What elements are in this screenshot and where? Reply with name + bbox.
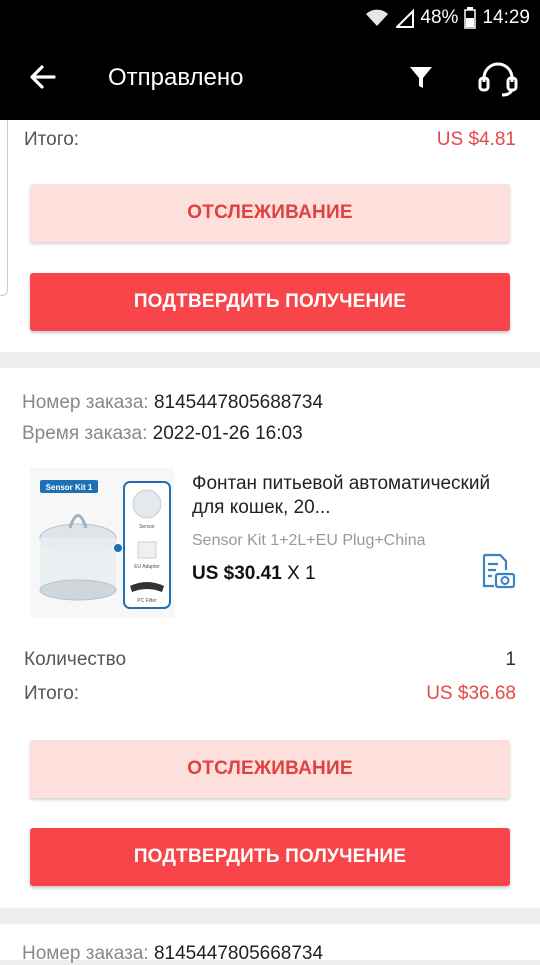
total-label: Итого: bbox=[24, 683, 80, 704]
order-number-value: 8145447805688734 bbox=[153, 392, 324, 413]
track-button[interactable]: ОТСЛЕЖИВАНИЕ bbox=[30, 184, 510, 242]
back-arrow-icon[interactable] bbox=[26, 60, 60, 94]
order-number-label: Номер заказа: bbox=[22, 943, 149, 964]
order-time-label: Время заказа: bbox=[22, 423, 148, 444]
product-sku: Sensor Kit 1+2L+EU Plug+China bbox=[192, 532, 426, 549]
order-card-previous: Итого: US $4.81 ОТСЛЕЖИВАНИЕ ПОДТВЕРДИТЬ… bbox=[0, 120, 540, 352]
order-time-value: 2022-01-26 16:03 bbox=[152, 423, 303, 444]
confirm-receipt-button[interactable]: ПОДТВЕРДИТЬ ПОЛУЧЕНИЕ bbox=[30, 273, 510, 331]
total-value: US $4.81 bbox=[436, 129, 516, 150]
quantity-value: 1 bbox=[505, 649, 516, 670]
image-badge: Sensor Kit 1 bbox=[46, 483, 93, 492]
clock: 14:29 bbox=[482, 7, 530, 28]
order-number-label: Номер заказа: bbox=[22, 392, 149, 413]
order-card: Номер заказа: 8145447805688734 Время зак… bbox=[0, 368, 540, 908]
product-price-row: US $30.41 X 1 bbox=[192, 563, 316, 585]
battery-icon bbox=[464, 7, 477, 29]
quantity-label: Количество bbox=[24, 649, 127, 670]
page-title: Отправлено bbox=[108, 64, 244, 91]
battery-percent: 48% bbox=[420, 7, 459, 28]
snapshot-icon[interactable] bbox=[478, 552, 516, 590]
image-label-sensor: Sensor bbox=[139, 524, 155, 530]
product-image[interactable]: Sensor Kit 1 Sensor EU Adapter PC Filter bbox=[30, 468, 174, 618]
status-bar: 48% 14:29 bbox=[0, 0, 540, 38]
total-row: Итого: US $4.81 bbox=[24, 129, 516, 151]
quantity-row: Количество 1 bbox=[24, 649, 516, 671]
image-label-adapter: EU Adapter bbox=[134, 564, 160, 570]
card-edge bbox=[0, 120, 8, 296]
product-title[interactable]: Фонтан питьевой автоматический для кошек… bbox=[192, 472, 518, 520]
product-qty: X 1 bbox=[287, 563, 316, 584]
order-number-value: 8145447805668734 bbox=[153, 943, 324, 964]
wifi-icon bbox=[366, 9, 389, 26]
total-label: Итого: bbox=[24, 129, 80, 150]
track-button[interactable]: ОТСЛЕЖИВАНИЕ bbox=[30, 740, 510, 798]
order-card-next: Номер заказа: 8145447805668734 bbox=[0, 924, 540, 964]
order-time-row: Время заказа: 2022-01-26 16:03 bbox=[22, 423, 303, 445]
support-headset-icon[interactable] bbox=[476, 58, 520, 98]
order-number-row: Номер заказа: 8145447805688734 bbox=[22, 392, 323, 414]
order-number-row: Номер заказа: 8145447805668734 bbox=[22, 943, 323, 965]
confirm-receipt-button[interactable]: ПОДТВЕРДИТЬ ПОЛУЧЕНИЕ bbox=[30, 828, 510, 886]
app-bar: Отправлено bbox=[0, 38, 540, 120]
total-value: US $36.68 bbox=[426, 683, 516, 704]
total-row: Итого: US $36.68 bbox=[24, 683, 516, 705]
signal-icon bbox=[396, 8, 415, 28]
image-label-filter: PC Filter bbox=[137, 598, 157, 604]
filter-icon[interactable] bbox=[404, 60, 438, 94]
product-price: US $30.41 bbox=[192, 563, 282, 584]
